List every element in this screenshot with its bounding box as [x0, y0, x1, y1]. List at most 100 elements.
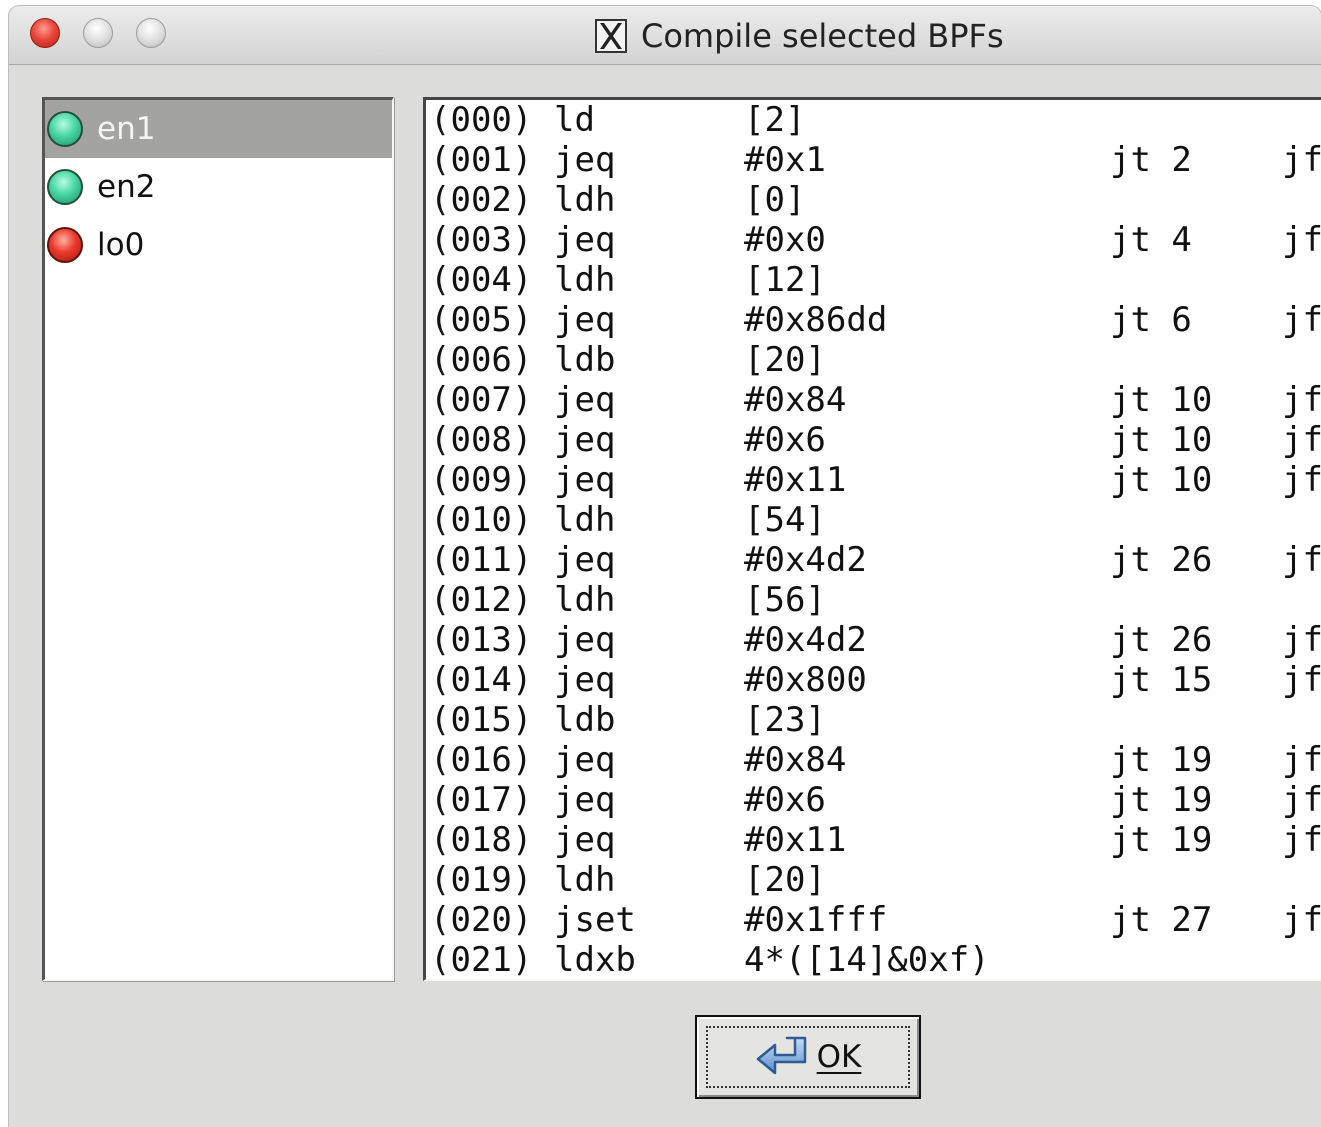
window-title: Compile selected BPFs	[595, 16, 1004, 56]
bpf-instruction-row: (019) ldh [20]	[426, 860, 1321, 900]
x11-icon	[595, 19, 627, 53]
bpf-code-view[interactable]: (000) ld [2] (001) jeq #0x1 jt 2 jf (002) ldh [0](…	[423, 97, 1321, 981]
bpf-instruction-row: (000) ld [2]	[426, 100, 1321, 140]
bpf-jump-false: jf	[1282, 620, 1321, 660]
bpf-jump-false: jf	[1282, 420, 1321, 460]
bpf-opcode: jeq	[554, 380, 616, 420]
bpf-operand: #0x6	[744, 420, 826, 460]
bpf-opcode: ldh	[554, 500, 616, 540]
bpf-index: (018)	[430, 820, 533, 860]
bpf-opcode: jeq	[554, 540, 616, 580]
bpf-index: (002)	[430, 180, 533, 220]
bpf-operand: #0x11	[744, 820, 847, 860]
bpf-instruction-row: (001) jeq #0x1 jt 2 jf	[426, 140, 1321, 180]
bpf-instruction-row: (007) jeq #0x84 jt 10 jf	[426, 380, 1321, 420]
bpf-instruction-row: (012) ldh [56]	[426, 580, 1321, 620]
bpf-operand: #0x800	[744, 660, 867, 700]
bpf-operand: [20]	[744, 860, 826, 900]
bpf-jump-true: jt 19	[1110, 820, 1213, 860]
bpf-opcode: jeq	[554, 740, 616, 780]
bpf-jump-false: jf	[1282, 740, 1321, 780]
bpf-index: (001)	[430, 140, 533, 180]
bpf-opcode: jeq	[554, 820, 616, 860]
interface-item-lo0[interactable]: lo0	[45, 216, 392, 274]
bpf-jump-false: jf	[1282, 900, 1321, 940]
bpf-jump-false: jf	[1282, 660, 1321, 700]
bpf-instruction-row: (014) jeq #0x800 jt 15 jf	[426, 660, 1321, 700]
enter-arrow-icon	[756, 1036, 806, 1075]
interface-list[interactable]: en1 en2 lo0	[42, 97, 394, 981]
bpf-operand: #0x4d2	[744, 540, 867, 580]
bpf-instruction-row: (009) jeq #0x11 jt 10 jf	[426, 460, 1321, 500]
close-window-button[interactable]	[30, 18, 60, 48]
bpf-instruction-row: (002) ldh [0]	[426, 180, 1321, 220]
bpf-operand: #0x4d2	[744, 620, 867, 660]
bpf-index: (003)	[430, 220, 533, 260]
bpf-instruction-row: (016) jeq #0x84 jt 19 jf	[426, 740, 1321, 780]
bpf-instruction-row: (006) ldb [20]	[426, 340, 1321, 380]
bpf-jump-true: jt 27	[1110, 900, 1213, 940]
bpf-operand: [2]	[744, 100, 806, 140]
bpf-operand: #0x84	[744, 740, 847, 780]
bpf-opcode: jeq	[554, 140, 616, 180]
bpf-opcode: jeq	[554, 460, 616, 500]
window-title-text: Compile selected BPFs	[641, 17, 1004, 55]
bpf-index: (009)	[430, 460, 533, 500]
bpf-index: (011)	[430, 540, 533, 580]
bpf-index: (000)	[430, 100, 533, 140]
ok-button-focus-ring: OK	[706, 1026, 910, 1088]
ok-button-label: OK	[816, 1039, 862, 1075]
interface-name: en2	[97, 169, 156, 205]
bpf-instruction-row: (020) jset #0x1fff jt 27 jf	[426, 900, 1321, 940]
bpf-opcode: jeq	[554, 660, 616, 700]
bpf-index: (006)	[430, 340, 533, 380]
bpf-index: (012)	[430, 580, 533, 620]
bpf-instruction-row: (004) ldh [12]	[426, 260, 1321, 300]
bpf-opcode: ldh	[554, 580, 616, 620]
status-led-icon	[47, 227, 83, 263]
bpf-jump-true: jt 19	[1110, 780, 1213, 820]
bpf-instruction-row: (017) jeq #0x6 jt 19 jf	[426, 780, 1321, 820]
bpf-index: (007)	[430, 380, 533, 420]
bpf-instruction-row: (018) jeq #0x11 jt 19 jf	[426, 820, 1321, 860]
bpf-jump-false: jf	[1282, 540, 1321, 580]
bpf-jump-true: jt 6	[1110, 300, 1192, 340]
bpf-opcode: jeq	[554, 620, 616, 660]
bpf-jump-true: jt 26	[1110, 540, 1213, 580]
bpf-opcode: jeq	[554, 300, 616, 340]
bpf-index: (013)	[430, 620, 533, 660]
interface-name: lo0	[97, 227, 145, 263]
bpf-opcode: ldh	[554, 260, 616, 300]
bpf-jump-true: jt 26	[1110, 620, 1213, 660]
bpf-jump-false: jf	[1282, 460, 1321, 500]
bpf-operand: [20]	[744, 340, 826, 380]
bpf-jump-true: jt 10	[1110, 380, 1213, 420]
bpf-opcode: jeq	[554, 780, 616, 820]
status-led-icon	[47, 111, 83, 147]
bpf-opcode: ldxb	[554, 940, 636, 980]
minimize-window-button[interactable]	[83, 18, 113, 48]
status-led-icon	[47, 169, 83, 205]
interface-item-en1[interactable]: en1	[45, 100, 392, 158]
bpf-operand: 4*([14]&0xf)	[744, 940, 990, 980]
interface-item-en2[interactable]: en2	[45, 158, 392, 216]
bpf-operand: [0]	[744, 180, 806, 220]
bpf-index: (008)	[430, 420, 533, 460]
bpf-opcode: jeq	[554, 420, 616, 460]
zoom-window-button[interactable]	[136, 18, 166, 48]
bpf-index: (005)	[430, 300, 533, 340]
bpf-index: (016)	[430, 740, 533, 780]
bpf-operand: [56]	[744, 580, 826, 620]
title-bar[interactable]: Compile selected BPFs	[9, 6, 1321, 65]
bpf-opcode: ldb	[554, 340, 616, 380]
bpf-jump-true: jt 10	[1110, 420, 1213, 460]
bpf-operand: #0x6	[744, 780, 826, 820]
bpf-opcode: ldh	[554, 860, 616, 900]
bpf-opcode: ldh	[554, 180, 616, 220]
bpf-operand: #0x86dd	[744, 300, 888, 340]
ok-button[interactable]: OK	[695, 1015, 921, 1099]
bpf-opcode: jeq	[554, 220, 616, 260]
bpf-operand: #0x1fff	[744, 900, 888, 940]
bpf-instruction-row: (013) jeq #0x4d2 jt 26 jf	[426, 620, 1321, 660]
bpf-instruction-row: (011) jeq #0x4d2 jt 26 jf	[426, 540, 1321, 580]
